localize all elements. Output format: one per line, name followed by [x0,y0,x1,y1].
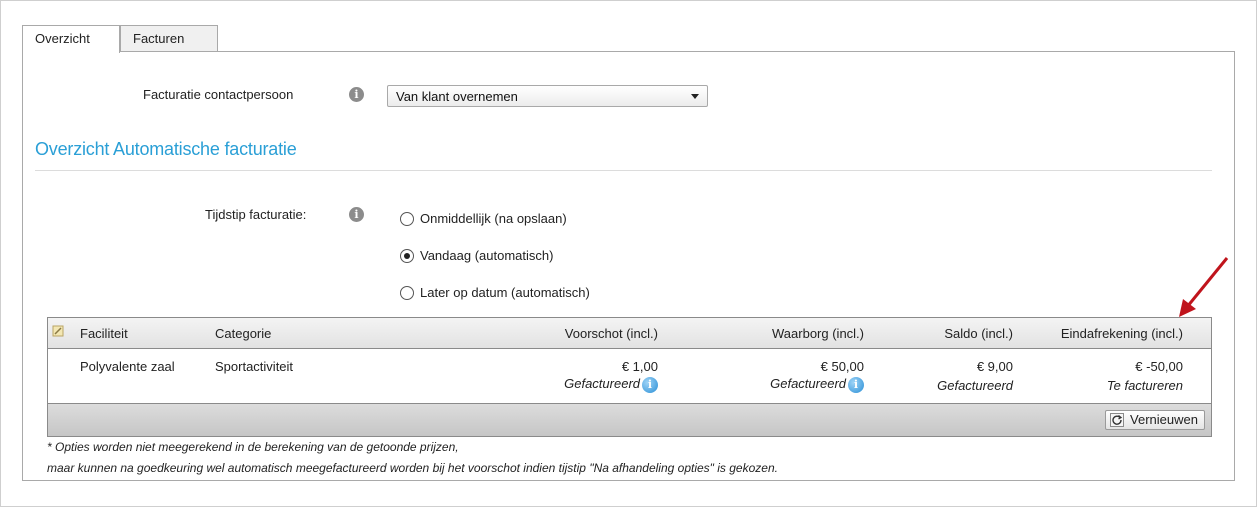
section-divider [35,170,1212,171]
radio-label: Onmiddellijk (na opslaan) [420,211,567,226]
cell-eind-amount: € -50,00 [1135,359,1183,374]
contact-label: Facturatie contactpersoon [143,87,294,102]
contact-select-value: Van klant overnemen [396,89,518,104]
cell-voorschot-status-wrap: Gefactureerd i [564,376,658,393]
cell-eind-status: Te factureren [1106,378,1183,393]
contact-select[interactable]: Van klant overnemen [387,85,708,107]
cell-saldo-amount: € 9,00 [976,359,1013,374]
edit-icon[interactable] [52,325,64,337]
header-voorschot: Voorschot (incl.) [564,326,658,341]
cell-voorschot-amount: € 1,00 [621,359,658,374]
header-eindafrekening: Eindafrekening (incl.) [1060,326,1183,341]
cell-waarborg-status: Gefactureerd [770,376,846,391]
cell-faciliteit: Polyvalente zaal [80,359,175,374]
annotation-arrow [1179,257,1229,317]
info-icon[interactable]: i [349,207,364,222]
header-faciliteit: Faciliteit [80,326,128,341]
header-saldo: Saldo (incl.) [944,326,1013,341]
refresh-icon [1110,413,1125,427]
page-frame: Overzicht Facturen Facturatie contactper… [0,0,1257,507]
cell-voorschot-status: Gefactureerd [564,376,640,391]
header-waarborg: Waarborg (incl.) [772,326,864,341]
note-line-1: * Opties worden niet meegerekend in de b… [47,440,459,454]
tab-overzicht[interactable]: Overzicht [22,25,120,53]
cell-saldo-status: Gefactureerd [937,378,1013,393]
radio-label: Later op datum (automatisch) [420,285,590,300]
timing-label: Tijdstip facturatie: [205,207,307,222]
radio-button[interactable] [400,286,414,300]
refresh-button-label: Vernieuwen [1130,412,1198,427]
table-footer: Vernieuwen [48,403,1211,436]
chevron-down-icon [691,94,699,99]
refresh-button[interactable]: Vernieuwen [1105,410,1205,430]
info-icon[interactable]: i [349,87,364,102]
tab-facturen[interactable]: Facturen [120,25,218,51]
section-title: Overzicht Automatische facturatie [35,139,297,159]
radio-button[interactable] [400,212,414,226]
billing-table: Faciliteit Categorie Voorschot (incl.) W… [47,317,1212,437]
header-categorie: Categorie [215,326,272,341]
table-header: Faciliteit Categorie Voorschot (incl.) W… [48,318,1211,349]
info-icon[interactable]: i [642,376,658,393]
radio-label: Vandaag (automatisch) [420,248,554,263]
note-line-2: maar kunnen na goedkeuring wel automatis… [47,461,778,475]
cell-categorie: Sportactiviteit [215,359,294,374]
radio-button-checked[interactable] [400,249,414,263]
info-icon[interactable]: i [848,376,864,393]
cell-waarborg-amount: € 50,00 [820,359,864,374]
overview-panel: Facturatie contactpersoon i Van klant ov… [22,51,1235,481]
cell-waarborg-status-wrap: Gefactureerd i [770,376,864,393]
